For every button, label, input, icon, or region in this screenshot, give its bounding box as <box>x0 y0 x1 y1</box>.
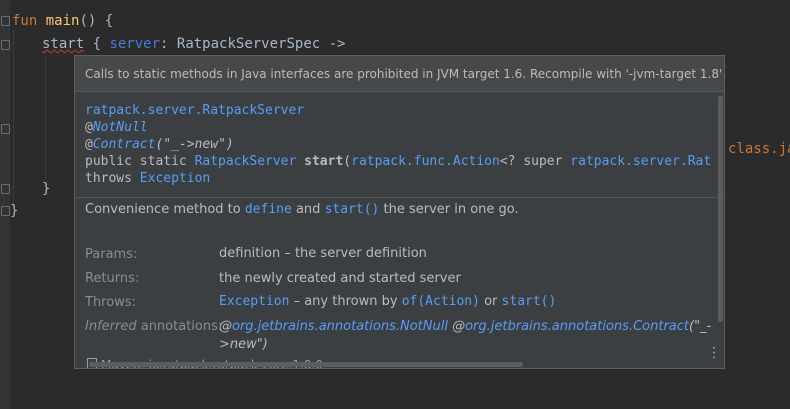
quick-documentation-popup[interactable]: Calls to static methods in Java interfac… <box>74 55 725 369</box>
fold-marker-icon[interactable] <box>1 40 10 50</box>
code-line-2: start { server: RatpackServerSpec -> <box>42 35 345 54</box>
desc-text: Convenience method to <box>85 202 245 217</box>
type-name: RatpackServerSpec <box>176 36 321 52</box>
annotation-args: ("_- <box>689 319 712 334</box>
keyword-fun: fun <box>12 13 38 29</box>
throws-text: – any thrown by <box>289 294 402 309</box>
throws-label: Throws: <box>85 295 136 310</box>
generic-type-link[interactable]: ratpack.server.Rat <box>570 154 711 169</box>
start-link[interactable]: start() <box>325 202 380 217</box>
error-message: Calls to static methods in Java interfac… <box>75 56 724 92</box>
code-text: () { <box>79 13 114 29</box>
start-call[interactable]: start <box>42 36 84 52</box>
code-text: <? super <box>499 154 571 169</box>
indent-guide <box>45 55 46 180</box>
code-text: -> <box>320 36 346 52</box>
code-closing-brace: } <box>42 181 51 197</box>
code-text: : <box>160 36 177 52</box>
throws-value: Exception – any thrown by of(Action) or … <box>219 294 556 309</box>
def-line: ratpack.server.RatpackServer <box>85 102 304 119</box>
exception-link[interactable]: Exception <box>140 171 210 186</box>
vertical-scrollbar[interactable] <box>718 96 723 322</box>
params-label: Params: <box>85 247 138 262</box>
indent-guide <box>13 30 14 208</box>
code-text: class.java <box>728 141 790 157</box>
inferred-label: Inferred annotations: <box>85 319 222 334</box>
start-link[interactable]: start() <box>502 294 557 309</box>
notnull-link[interactable]: org.jetbrains.annotations.NotNull <box>232 319 448 334</box>
define-link[interactable]: define <box>245 202 292 217</box>
modifiers: public static <box>85 154 195 169</box>
def-line: @NotNull <box>85 119 148 136</box>
params-value: definition – the server definition <box>219 246 427 261</box>
function-name: main <box>45 13 80 29</box>
def-line: @Contract("_->new") <box>85 136 234 153</box>
at-sign: @ <box>85 120 93 135</box>
exception-link[interactable]: Exception <box>219 294 289 309</box>
contract-link[interactable]: org.jetbrains.annotations.Contract <box>465 319 689 334</box>
annotation-link[interactable]: Contract <box>93 137 156 152</box>
fold-marker-icon[interactable] <box>1 184 10 194</box>
inferred-word: Inferred <box>85 319 137 334</box>
class-link[interactable]: ratpack.server.RatpackServer <box>85 103 304 118</box>
method-name: start <box>304 154 344 169</box>
code-text: ( <box>343 154 352 169</box>
gutter <box>0 0 10 409</box>
def-line: throws Exception <box>85 170 210 187</box>
horizontal-scrollbar[interactable] <box>89 362 523 367</box>
code-closing-brace: } <box>10 203 19 219</box>
at-sign: @ <box>85 137 93 152</box>
definition-block: ratpack.server.RatpackServer @NotNull @C… <box>75 93 724 198</box>
param-type-link[interactable]: ratpack.func.Action <box>351 154 500 169</box>
desc-text: and <box>291 202 325 217</box>
throws-keyword: throws <box>85 171 140 186</box>
at-sign: @ <box>219 319 232 334</box>
code-line-1: fun main() { <box>12 12 113 31</box>
of-action-link[interactable]: of(Action) <box>402 294 480 309</box>
code-line-tail: class.java <box>728 140 790 159</box>
def-line: public static RatpackServer start(ratpac… <box>85 153 711 170</box>
inferred-value-cont: >new") <box>219 337 268 352</box>
annotation-link[interactable]: NotNull <box>93 120 148 135</box>
fold-marker-icon[interactable] <box>1 206 10 216</box>
return-type-link[interactable]: RatpackServer <box>195 154 297 169</box>
more-vertical-icon[interactable]: ⋮ <box>707 346 721 360</box>
code-text: { <box>84 36 110 52</box>
fold-marker-icon[interactable] <box>1 16 10 26</box>
desc-text: the server in one go. <box>379 202 519 217</box>
lambda-param: server <box>109 36 161 52</box>
fold-marker-icon[interactable] <box>1 124 10 134</box>
returns-label: Returns: <box>85 271 140 286</box>
at-sign: @ <box>447 319 466 334</box>
throws-text: or <box>479 294 502 309</box>
inferred-value: @org.jetbrains.annotations.NotNull @org.… <box>219 319 711 334</box>
description: Convenience method to define and start()… <box>85 202 519 217</box>
annotations-word: annotations: <box>136 319 223 334</box>
returns-value: the newly created and started server <box>219 271 461 286</box>
annotation-args: ("_->new") <box>155 137 234 152</box>
